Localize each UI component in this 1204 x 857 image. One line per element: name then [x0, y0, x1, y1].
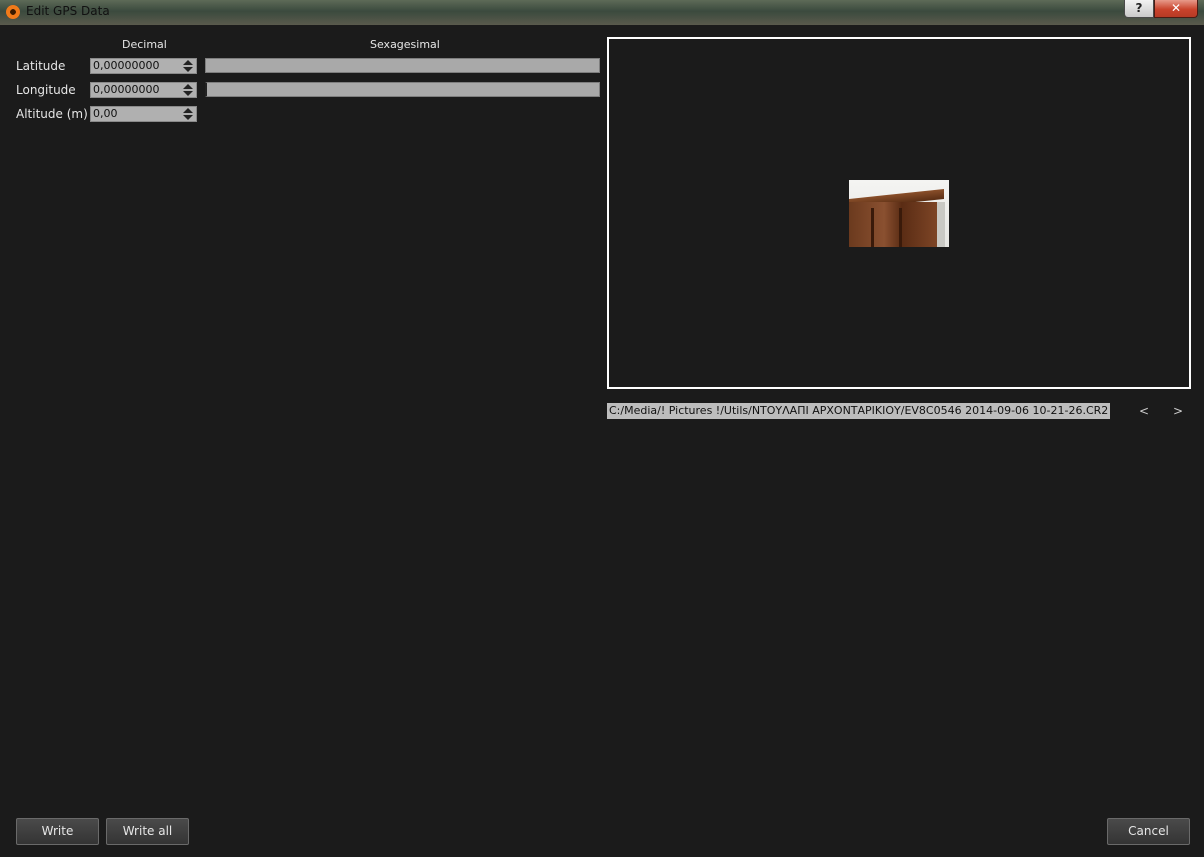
longitude-decimal-value: 0,00000000	[93, 83, 160, 96]
image-preview	[607, 37, 1191, 389]
spin-arrows-icon[interactable]	[183, 84, 193, 96]
app-icon	[6, 5, 20, 19]
next-image-button[interactable]: >	[1173, 404, 1183, 418]
write-button[interactable]: Write	[16, 818, 99, 845]
write-all-button[interactable]: Write all	[106, 818, 189, 845]
longitude-label: Longitude	[16, 83, 76, 97]
photo-thumbnail	[849, 180, 949, 247]
altitude-value: 0,00	[93, 107, 118, 120]
title-buttons: ? ✕	[1124, 0, 1198, 18]
altitude-spinbox[interactable]: 0,00	[90, 106, 197, 122]
previous-image-button[interactable]: <	[1139, 404, 1149, 418]
dialog-body: Decimal Sexagesimal Latitude 0,00000000 …	[5, 25, 1199, 853]
window-title: Edit GPS Data	[26, 4, 110, 18]
cancel-button[interactable]: Cancel	[1107, 818, 1190, 845]
altitude-label: Altitude (m)	[16, 107, 88, 121]
latitude-sexagesimal-field[interactable]	[205, 58, 600, 73]
file-path-field[interactable]: C:/Media/! Pictures !/Utils/ΝΤΟΥΛΑΠΙ ΑΡΧ…	[607, 403, 1111, 419]
sexagesimal-column-header: Sexagesimal	[370, 38, 440, 51]
latitude-label: Latitude	[16, 59, 66, 73]
help-button[interactable]: ?	[1124, 0, 1154, 18]
spin-arrows-icon[interactable]	[183, 60, 193, 72]
longitude-sexagesimal-field[interactable]	[205, 82, 600, 97]
latitude-decimal-value: 0,00000000	[93, 59, 160, 72]
title-bar: Edit GPS Data ? ✕	[0, 0, 1204, 25]
latitude-decimal-spinbox[interactable]: 0,00000000	[90, 58, 197, 74]
longitude-decimal-spinbox[interactable]: 0,00000000	[90, 82, 197, 98]
spin-arrows-icon[interactable]	[183, 108, 193, 120]
decimal-column-header: Decimal	[122, 38, 167, 51]
close-button[interactable]: ✕	[1154, 0, 1198, 18]
